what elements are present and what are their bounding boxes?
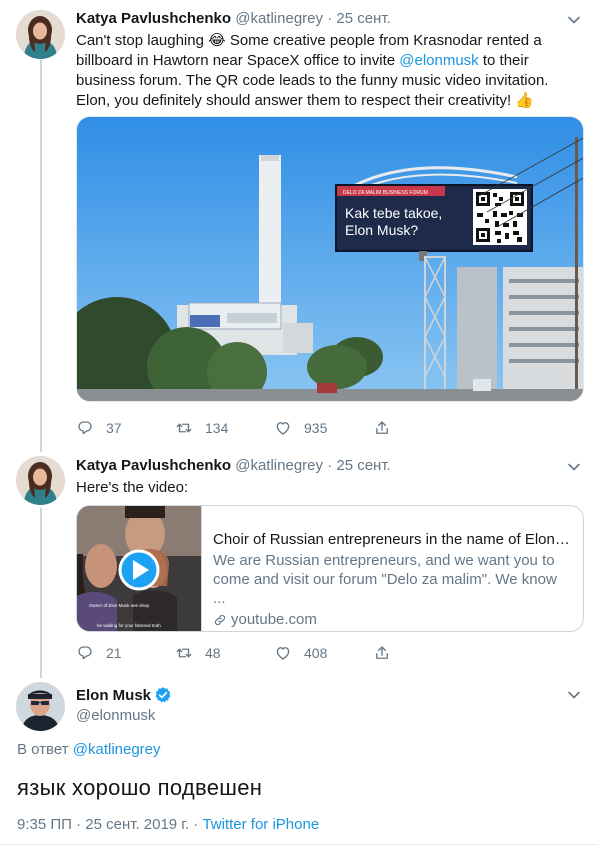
billboard-header: DELO ZA MALIM BUSINESS FORUM xyxy=(343,190,428,196)
retweet-count: 48 xyxy=(205,645,221,661)
author-handle[interactable]: @elonmusk xyxy=(76,707,155,724)
tweet-photo[interactable]: DELO ZA MALIM BUSINESS FORUM Kak tebe ta… xyxy=(76,116,584,402)
share-button[interactable] xyxy=(373,643,391,663)
tweet-text: Here's the video: xyxy=(76,479,189,496)
heart-icon xyxy=(276,647,290,660)
reply-count: 21 xyxy=(106,645,122,661)
reply-prefix: В ответ xyxy=(17,741,69,758)
like-count: 935 xyxy=(304,420,328,436)
mention-link[interactable]: @elonmusk xyxy=(399,52,478,69)
tweet-header: Katya Pavlushchenko @katlinegrey · 25 се… xyxy=(76,457,391,474)
billboard-line1: Kak tebe takoe, xyxy=(345,205,442,221)
card-body: Choir of Russian entrepreneurs in the na… xyxy=(213,530,571,629)
like-button[interactable]: 408 xyxy=(274,643,327,663)
timestamp[interactable]: 9:35 ПП · 25 сент. 2019 г. · xyxy=(17,816,202,833)
reply-context: В ответ @katlinegrey xyxy=(17,741,161,758)
like-button[interactable]: 935 xyxy=(274,418,327,438)
avatar[interactable] xyxy=(16,456,65,505)
heart-icon xyxy=(276,422,290,435)
card-domain-text: youtube.com xyxy=(231,611,317,628)
thumbs-up-emoji-icon: 👍 xyxy=(515,92,535,109)
tweet-time[interactable]: 25 сент. xyxy=(336,10,390,27)
chevron-down-icon[interactable] xyxy=(566,459,582,475)
reply-count: 37 xyxy=(106,420,122,436)
card-description: We are Russian entrepreneurs, and we wan… xyxy=(213,552,557,607)
laughing-emoji-icon: 😂 xyxy=(208,32,226,49)
divider xyxy=(0,844,598,845)
card-title[interactable]: Choir of Russian entrepreneurs in the na… xyxy=(213,530,571,549)
card-thumbnail: Owner of Elon Musk see shop be waiting f… xyxy=(77,506,202,631)
thread-connector xyxy=(40,60,42,452)
like-count: 408 xyxy=(304,645,328,661)
author-name-text: Elon Musk xyxy=(76,686,152,704)
link-icon xyxy=(214,614,226,625)
card-domain: youtube.com xyxy=(213,610,571,629)
retweet-button[interactable]: 134 xyxy=(175,418,228,438)
author-name[interactable]: Elon Musk xyxy=(76,686,172,704)
chevron-down-icon[interactable] xyxy=(566,687,582,703)
author-name[interactable]: Katya Pavlushchenko xyxy=(76,457,231,474)
share-icon xyxy=(376,646,388,659)
thumbnail-caption-top: Owner of Elon Musk see shop xyxy=(89,603,150,608)
tweet-meta: 9:35 ПП · 25 сент. 2019 г. · Twitter for… xyxy=(17,816,319,833)
tweet-text-part: Can't stop laughing xyxy=(76,32,209,49)
avatar[interactable] xyxy=(16,10,65,59)
thread-connector xyxy=(40,508,42,678)
retweet-icon xyxy=(176,423,192,433)
share-icon xyxy=(376,421,388,434)
retweet-button[interactable]: 48 xyxy=(175,643,221,663)
tweet-actions: 37 134 935 xyxy=(76,418,496,438)
tweet-time[interactable]: 25 сент. xyxy=(336,457,390,474)
avatar[interactable] xyxy=(16,682,65,731)
tweet-actions: 21 48 408 xyxy=(76,643,496,663)
reply-icon xyxy=(78,421,92,435)
thumbnail-caption-bottom: be waiting for your blessed truth xyxy=(97,623,161,628)
separator: · xyxy=(327,10,333,27)
billboard-line2: Elon Musk? xyxy=(345,222,418,238)
retweet-count: 134 xyxy=(205,420,229,436)
reply-icon xyxy=(78,646,92,660)
separator: · xyxy=(327,457,333,474)
tweet-text: Can't stop laughing 😂 Some creative peop… xyxy=(76,31,576,111)
retweet-icon xyxy=(176,648,192,658)
author-handle[interactable]: @katlinegrey xyxy=(235,10,323,27)
chevron-down-icon[interactable] xyxy=(566,12,582,28)
reply-to-mention[interactable]: @katlinegrey xyxy=(73,741,161,758)
author-handle[interactable]: @katlinegrey xyxy=(235,457,323,474)
reply-button[interactable]: 21 xyxy=(76,643,122,663)
verified-badge-icon xyxy=(155,687,171,703)
author-name[interactable]: Katya Pavlushchenko xyxy=(76,10,231,27)
source-link[interactable]: Twitter for iPhone xyxy=(202,816,319,833)
main-tweet-text: язык хорошо подвешен xyxy=(17,775,263,800)
share-button[interactable] xyxy=(373,418,391,438)
tweet-header: Katya Pavlushchenko @katlinegrey · 25 се… xyxy=(76,10,391,27)
reply-button[interactable]: 37 xyxy=(76,418,122,438)
link-card[interactable]: Owner of Elon Musk see shop be waiting f… xyxy=(76,505,584,632)
